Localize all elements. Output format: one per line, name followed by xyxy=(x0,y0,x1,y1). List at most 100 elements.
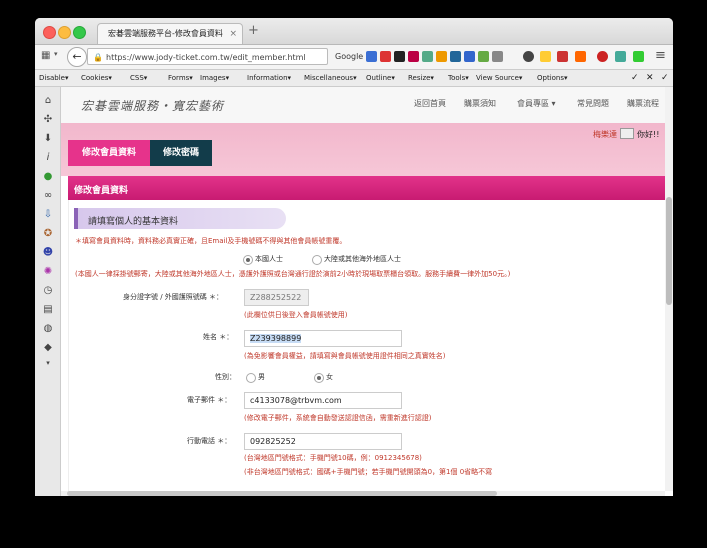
tools-icon[interactable] xyxy=(575,51,586,62)
clock-icon[interactable]: ◷ xyxy=(42,285,54,297)
radio-foreign-label: 大陸或其他海外地區人士 xyxy=(324,255,401,263)
menu-extension-icon[interactable] xyxy=(492,51,503,62)
green-icon[interactable] xyxy=(633,51,644,62)
devbar-disable[interactable]: Disable▾ xyxy=(39,70,68,86)
nav-faq[interactable]: 常見問題 xyxy=(577,98,609,109)
name-field[interactable]: Z239398899 xyxy=(244,330,402,347)
lock-icon: 🔒 xyxy=(93,53,103,62)
check-icon[interactable]: ✓ xyxy=(631,70,639,86)
navigation-bar: ▦ ▾ ← 🔒 https://www.jody-ticket.com.tw/e… xyxy=(35,45,673,70)
section-title: 請填寫個人的基本資料 xyxy=(88,217,179,227)
email-label: 電子郵件 ＊： xyxy=(187,396,232,404)
radio-local[interactable] xyxy=(243,255,253,265)
iis-icon[interactable] xyxy=(408,51,419,62)
name-label: 姓名 ＊： xyxy=(203,333,234,341)
member-banner: 梅樂達 你好!! 修改會員資料 修改密碼 xyxy=(61,123,665,176)
nav-ticket-process[interactable]: 購票流程 xyxy=(627,98,659,109)
id-number-field: Z288252522 xyxy=(244,289,309,306)
greeting-text: 你好!! xyxy=(637,130,660,139)
table-icon[interactable]: ▤ xyxy=(42,304,54,316)
gear-icon[interactable]: ✺ xyxy=(42,266,54,278)
puzzle-icon[interactable]: ✣ xyxy=(42,114,54,126)
sidebar-toggle-icon[interactable]: ▦ xyxy=(41,50,50,61)
web-page: 宏碁雲端服務・寬宏藝術 返回首頁 購票須知 會員專區 ▾ 常見問題 購票流程 梅… xyxy=(61,87,665,491)
minimize-window-button[interactable] xyxy=(58,26,71,39)
green-dot-icon[interactable]: ● xyxy=(42,171,54,183)
gender-label: 性別： xyxy=(215,373,236,381)
user-icon[interactable]: ☻ xyxy=(42,247,54,259)
devbar-view-source[interactable]: View Source▾ xyxy=(476,70,522,86)
hamburger-menu-icon[interactable]: ≡ xyxy=(655,48,666,63)
close-icon[interactable]: ✕ xyxy=(646,70,654,86)
vertical-scrollbar[interactable] xyxy=(665,87,673,491)
section-header: 請填寫個人的基本資料 xyxy=(74,208,286,229)
info-icon[interactable]: i xyxy=(42,152,54,164)
devbar-cookies[interactable]: Cookies▾ xyxy=(81,70,112,86)
shield-icon[interactable] xyxy=(523,51,534,62)
email-field[interactable]: c4133078@trbvm.com xyxy=(244,392,402,409)
tab-title: 宏碁雲端服務平台-修改會員資料 xyxy=(108,29,223,38)
devbar-miscellaneous[interactable]: Miscellaneous▾ xyxy=(304,70,357,86)
download-icon[interactable]: ⬇ xyxy=(42,133,54,145)
back-button[interactable]: ← xyxy=(67,47,87,67)
new-tab-button[interactable]: + xyxy=(248,23,259,38)
radio-female-label: 女 xyxy=(326,373,333,381)
n-icon[interactable] xyxy=(450,51,461,62)
check-all-icon[interactable]: ✓ xyxy=(661,70,669,86)
required-note: ＊填寫會員資料時，資料務必真實正確，且Email及手機號碼不得與其他會員帳號重覆… xyxy=(75,237,347,245)
stop-icon[interactable] xyxy=(597,51,608,62)
mobile-field[interactable]: 092825252 xyxy=(244,433,402,450)
tag-icon[interactable]: ◆ xyxy=(42,342,54,354)
google-icon[interactable] xyxy=(366,51,377,62)
arrow-icon[interactable]: ⇩ xyxy=(42,209,54,221)
title-bar: 宏碁雲端服務平台-修改會員資料 × + xyxy=(35,18,673,45)
grid-icon[interactable] xyxy=(478,51,489,62)
zoom-window-button[interactable] xyxy=(73,26,86,39)
devbar-forms[interactable]: Forms▾ xyxy=(168,70,193,86)
radio-female[interactable] xyxy=(314,373,324,383)
bookmark-icon[interactable] xyxy=(394,51,405,62)
firefox-icon[interactable] xyxy=(436,51,447,62)
devbar-tools[interactable]: Tools▾ xyxy=(448,70,469,86)
more-icon[interactable]: ▾ xyxy=(42,357,54,369)
sync-icon[interactable] xyxy=(557,51,568,62)
devbar-resize[interactable]: Resize▾ xyxy=(408,70,434,86)
extension-icon[interactable] xyxy=(422,51,433,62)
nav-member-area[interactable]: 會員專區 ▾ xyxy=(517,98,556,109)
vertical-scroll-thumb[interactable] xyxy=(666,197,672,305)
form-header-title: 修改會員資料 xyxy=(74,186,129,196)
horizontal-scroll-thumb[interactable] xyxy=(67,491,497,496)
id-number-label: 身分證字號 / 外國護照號碼 ＊： xyxy=(123,293,224,301)
b-icon[interactable] xyxy=(464,51,475,62)
home-icon[interactable]: ⌂ xyxy=(42,95,54,107)
note-icon[interactable] xyxy=(540,51,551,62)
devbar-options[interactable]: Options▾ xyxy=(537,70,568,86)
mobile-label: 行動電話 ＊： xyxy=(187,437,232,445)
radio-male-label: 男 xyxy=(258,373,265,381)
browser-tab[interactable]: 宏碁雲端服務平台-修改會員資料 × xyxy=(97,23,243,44)
flag-icon[interactable] xyxy=(380,51,391,62)
url-bar[interactable]: 🔒 https://www.jody-ticket.com.tw/edit_me… xyxy=(87,48,328,65)
horizontal-scrollbar[interactable] xyxy=(61,491,665,496)
leaf-icon[interactable] xyxy=(615,51,626,62)
devbar-images[interactable]: Images▾ xyxy=(200,70,229,86)
mobile-hint-overseas: (非台灣地區門號格式：國碼+手機門號；若手機門號開頭為0，第1個 0省略不寫 xyxy=(244,468,493,476)
close-window-button[interactable] xyxy=(43,26,56,39)
globe-icon[interactable]: ◍ xyxy=(42,323,54,335)
devbar-css[interactable]: CSS▾ xyxy=(130,70,147,86)
nav-home[interactable]: 返回首頁 xyxy=(414,98,446,109)
email-hint: (修改電子郵件，系統會自動發送認證信函，需重新進行認證) xyxy=(244,414,432,422)
user-name-link[interactable]: 梅樂達 xyxy=(593,129,617,140)
tab-edit-profile[interactable]: 修改會員資料 xyxy=(68,140,150,166)
badge-icon[interactable]: ✪ xyxy=(42,228,54,240)
site-brand[interactable]: 宏碁雲端服務・寬宏藝術 xyxy=(81,97,224,114)
radio-male[interactable] xyxy=(246,373,256,383)
tab-close-icon[interactable]: × xyxy=(229,24,237,44)
tab-change-password[interactable]: 修改密碼 xyxy=(150,140,212,166)
radio-foreign[interactable] xyxy=(312,255,322,265)
glasses-icon[interactable]: ∞ xyxy=(42,190,54,202)
nav-ticket-info[interactable]: 購票須知 xyxy=(464,98,496,109)
sidebar-dropdown-icon[interactable]: ▾ xyxy=(54,50,58,58)
devbar-information[interactable]: Information▾ xyxy=(247,70,291,86)
devbar-outline[interactable]: Outline▾ xyxy=(366,70,395,86)
